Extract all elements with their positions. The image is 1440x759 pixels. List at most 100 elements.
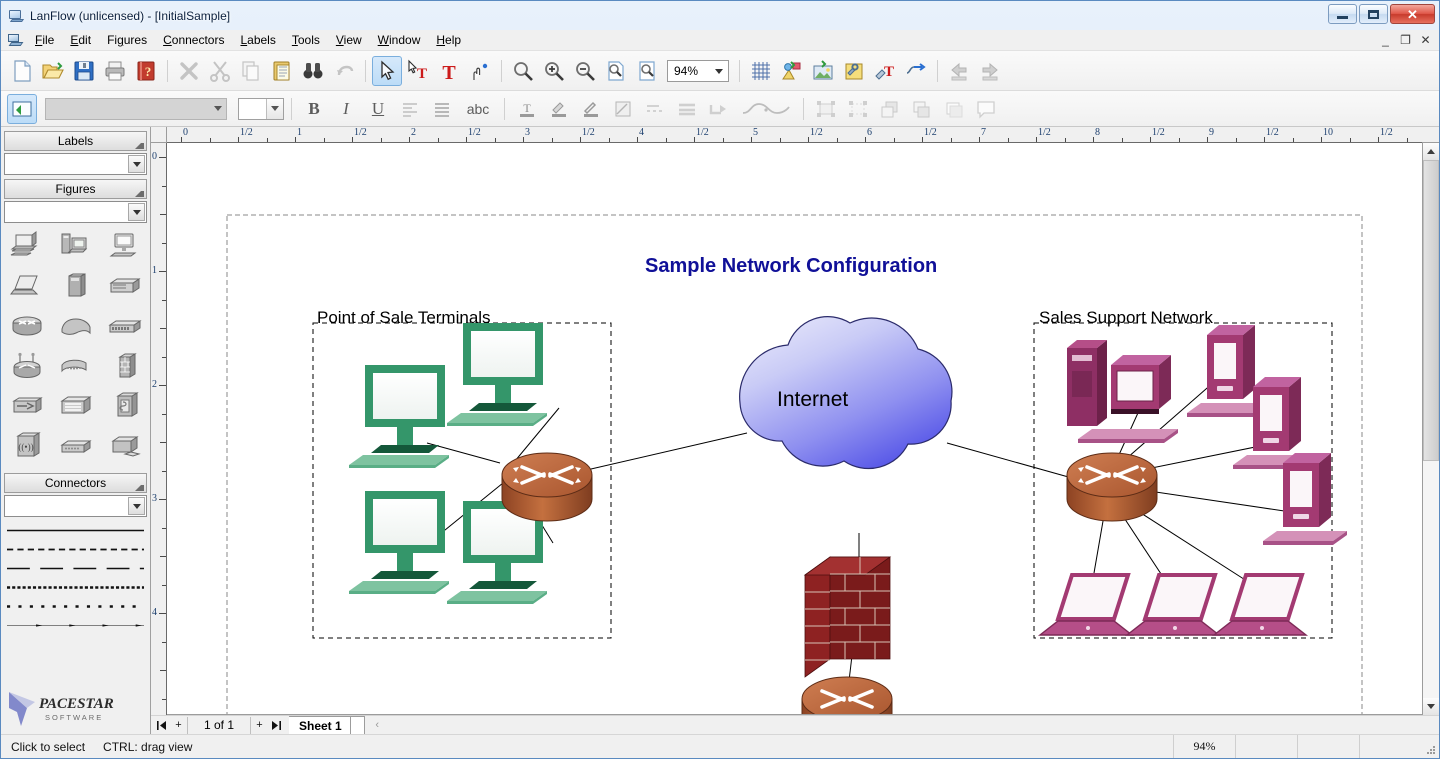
left-group-label-box[interactable]: Point of Sale Terminals bbox=[317, 308, 517, 334]
vertical-ruler[interactable]: 012345 bbox=[151, 143, 167, 715]
connectors-select[interactable] bbox=[4, 495, 147, 517]
figure-bridge[interactable] bbox=[3, 387, 50, 425]
resize-grip-icon[interactable] bbox=[1421, 735, 1439, 758]
figure-rack-server[interactable] bbox=[101, 267, 148, 305]
menu-help[interactable]: Help bbox=[428, 30, 469, 50]
menu-connectors[interactable]: Connectors bbox=[155, 30, 232, 50]
nav-forward-icon[interactable] bbox=[975, 56, 1005, 86]
note-icon[interactable] bbox=[971, 94, 1001, 124]
print-icon[interactable] bbox=[100, 56, 130, 86]
zoom-icon[interactable] bbox=[508, 56, 538, 86]
group-icon[interactable] bbox=[811, 94, 841, 124]
shading-icon[interactable] bbox=[608, 94, 638, 124]
line-color-icon[interactable] bbox=[576, 94, 606, 124]
grid-icon[interactable] bbox=[746, 56, 776, 86]
figure-network-cloud[interactable] bbox=[52, 307, 99, 345]
connector-arrow[interactable] bbox=[7, 616, 144, 635]
figure-router[interactable] bbox=[3, 307, 50, 345]
vertical-scrollbar[interactable] bbox=[1422, 143, 1439, 715]
image-palette-icon[interactable] bbox=[808, 56, 838, 86]
point-hand-icon[interactable] bbox=[465, 56, 495, 86]
diagram-title-box[interactable]: Sample Network Configuration bbox=[645, 255, 967, 287]
menu-labels[interactable]: Labels bbox=[232, 30, 283, 50]
close-button[interactable]: ✕ bbox=[1390, 4, 1435, 24]
minimize-button[interactable] bbox=[1328, 4, 1357, 24]
figure-printer[interactable] bbox=[101, 427, 148, 465]
figure-firewall[interactable] bbox=[101, 347, 148, 385]
figure-desktop-computer[interactable] bbox=[3, 227, 50, 265]
mdi-minimize-button[interactable]: _ bbox=[1376, 31, 1395, 49]
scroll-down-icon[interactable] bbox=[1423, 698, 1439, 715]
mdi-close-button[interactable]: ✕ bbox=[1416, 31, 1435, 49]
underline-button[interactable]: U bbox=[363, 94, 393, 124]
diagram-canvas[interactable]: Sample Network Configuration Point of Sa… bbox=[167, 143, 1422, 715]
figure-tower-and-monitor[interactable] bbox=[52, 227, 99, 265]
figure-flat-monitor[interactable] bbox=[101, 227, 148, 265]
tab-overflow-button[interactable]: ‹ bbox=[369, 717, 386, 734]
connector-solid[interactable] bbox=[7, 521, 144, 540]
arrow-end-icon[interactable] bbox=[704, 94, 734, 124]
new-file-icon[interactable] bbox=[7, 56, 37, 86]
figure-palette-icon[interactable] bbox=[777, 56, 807, 86]
last-page-button[interactable] bbox=[268, 717, 285, 734]
undo-arrow-icon[interactable] bbox=[329, 56, 359, 86]
zoom-out-icon[interactable] bbox=[570, 56, 600, 86]
connector-properties-icon[interactable] bbox=[901, 56, 931, 86]
spellcheck-icon[interactable]: abc bbox=[459, 94, 497, 124]
text-select-icon[interactable]: T bbox=[403, 56, 433, 86]
align-left-icon[interactable] bbox=[395, 94, 425, 124]
help-book-icon[interactable]: ? bbox=[131, 56, 161, 86]
menu-tools[interactable]: Tools bbox=[284, 30, 328, 50]
menu-view[interactable]: View bbox=[328, 30, 370, 50]
add-page-after-button[interactable]: + bbox=[251, 717, 268, 734]
scroll-thumb[interactable] bbox=[1423, 160, 1439, 462]
line-weight-icon[interactable] bbox=[672, 94, 702, 124]
text-tool-icon[interactable]: T bbox=[434, 56, 464, 86]
menu-edit[interactable]: Edit bbox=[62, 30, 99, 50]
figure-wireless-access-point[interactable]: ((•)) bbox=[3, 427, 50, 465]
connector-sparse-dotted[interactable] bbox=[7, 597, 144, 616]
figure-tower-server[interactable] bbox=[52, 267, 99, 305]
italic-button[interactable]: I bbox=[331, 94, 361, 124]
bold-button[interactable]: B bbox=[299, 94, 329, 124]
labels-panel-header[interactable]: Labels bbox=[4, 131, 147, 151]
horizontal-ruler[interactable]: 0 1/2 1 1/2 2 1/2 3 1/2 4 1/2 5 1/2 6 1/2 7 1/2 8 1/2 9 1/2… bbox=[167, 127, 1422, 143]
connectors-panel-header[interactable]: Connectors bbox=[4, 473, 147, 493]
menu-window[interactable]: Window bbox=[370, 30, 429, 50]
text-color-icon[interactable]: T bbox=[512, 94, 542, 124]
font-family-select[interactable] bbox=[45, 97, 227, 120]
shadow-icon[interactable] bbox=[939, 94, 969, 124]
align-justify-icon[interactable] bbox=[427, 94, 457, 124]
style-panel-toggle[interactable] bbox=[7, 93, 37, 124]
figure-patch-panel[interactable] bbox=[52, 387, 99, 425]
figure-laptop[interactable] bbox=[3, 267, 50, 305]
find-binoculars-icon[interactable] bbox=[298, 56, 328, 86]
zoom-page-icon[interactable] bbox=[601, 56, 631, 86]
line-style-dashed-icon[interactable] bbox=[640, 94, 670, 124]
figure-wireless-router[interactable] bbox=[3, 347, 50, 385]
labels-select[interactable] bbox=[4, 153, 147, 175]
figure-switch[interactable] bbox=[101, 307, 148, 345]
connector-long-dash[interactable] bbox=[7, 559, 144, 578]
right-group-label-box[interactable]: Sales Support Network bbox=[1039, 308, 1231, 334]
open-folder-icon[interactable] bbox=[38, 56, 68, 86]
bring-front-icon[interactable] bbox=[875, 94, 905, 124]
nav-back-icon[interactable] bbox=[944, 56, 974, 86]
scroll-up-icon[interactable] bbox=[1423, 143, 1439, 160]
add-page-before-button[interactable]: + bbox=[170, 717, 187, 734]
connector-dashed[interactable] bbox=[7, 540, 144, 559]
cut-scissors-icon[interactable] bbox=[205, 56, 235, 86]
delete-x-icon[interactable] bbox=[174, 56, 204, 86]
figures-panel-header[interactable]: Figures bbox=[4, 179, 147, 199]
menu-file[interactable]: FFileile bbox=[27, 30, 62, 50]
maximize-button[interactable] bbox=[1359, 4, 1388, 24]
fill-color-select[interactable] bbox=[238, 97, 284, 120]
text-properties-icon[interactable]: T bbox=[870, 56, 900, 86]
save-disk-icon[interactable] bbox=[69, 56, 99, 86]
figure-properties-icon[interactable] bbox=[839, 56, 869, 86]
zoom-in-icon[interactable] bbox=[539, 56, 569, 86]
figures-select[interactable] bbox=[4, 201, 147, 223]
zoom-fit-icon[interactable] bbox=[632, 56, 662, 86]
figure-mainframe[interactable] bbox=[101, 387, 148, 425]
copy-icon[interactable] bbox=[236, 56, 266, 86]
